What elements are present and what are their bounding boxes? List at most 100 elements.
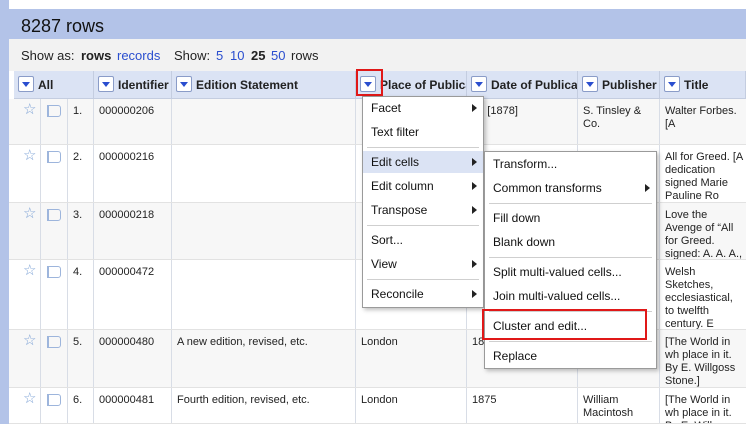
page-size-5[interactable]: 5 <box>216 48 223 63</box>
column-header-all[interactable]: All <box>14 71 94 99</box>
edition-cell[interactable]: Fourth edition, revised, etc. <box>172 388 356 423</box>
rows-mode[interactable]: rows <box>81 48 111 63</box>
menu-item-replace[interactable]: Replace <box>485 345 656 367</box>
menu-item-label: Edit column <box>371 179 434 193</box>
star-cell[interactable]: ☆ <box>14 388 41 423</box>
identifier-cell[interactable]: 000000216 <box>94 145 172 202</box>
row-number: 3. <box>68 203 94 259</box>
menu-item-transform[interactable]: Transform... <box>485 153 656 175</box>
star-icon[interactable]: ☆ <box>23 333 36 348</box>
menu-item-view[interactable]: View <box>363 253 483 275</box>
title-cell[interactable]: [The World in wh place in it. By E. Will… <box>660 388 746 423</box>
identifier-cell[interactable]: 000000481 <box>94 388 172 423</box>
column-header-date-of-publication[interactable]: Date of Publicati <box>467 71 578 99</box>
menu-item-sort[interactable]: Sort... <box>363 229 483 251</box>
star-cell[interactable]: ☆ <box>14 203 41 259</box>
dropdown-icon[interactable] <box>176 76 192 92</box>
menu-item-label: Fill down <box>493 211 541 225</box>
edition-cell[interactable] <box>172 99 356 144</box>
flag-icon[interactable] <box>47 105 61 117</box>
title-cell[interactable]: Walter Forbes. [A <box>660 99 746 144</box>
column-header-publisher[interactable]: Publisher <box>578 71 660 99</box>
row-number: 1. <box>68 99 94 144</box>
star-icon[interactable]: ☆ <box>23 391 36 406</box>
flag-icon[interactable] <box>47 394 61 406</box>
menu-separator <box>489 257 652 258</box>
dropdown-icon[interactable] <box>98 76 114 92</box>
date-cell[interactable]: 1875 <box>467 388 578 423</box>
menu-item-reconcile[interactable]: Reconcile <box>363 283 483 305</box>
menu-separator <box>489 203 652 204</box>
flag-icon[interactable] <box>47 266 61 278</box>
place-cell[interactable]: London <box>356 388 467 423</box>
submenu-arrow-icon <box>645 184 650 192</box>
menu-item-edit-cells[interactable]: Edit cells <box>363 151 483 173</box>
star-cell[interactable]: ☆ <box>14 99 41 144</box>
menu-item-blank-down[interactable]: Blank down <box>485 231 656 253</box>
edition-cell[interactable] <box>172 203 356 259</box>
title-cell[interactable]: All for Greed. [A dedication signed Mari… <box>660 145 746 202</box>
menu-item-label: View <box>371 257 397 271</box>
identifier-cell[interactable]: 000000480 <box>94 330 172 387</box>
menu-separator <box>489 341 652 342</box>
identifier-cell[interactable]: 000000218 <box>94 203 172 259</box>
title-cell[interactable]: Welsh Sketches, ecclesiastical, to twelf… <box>660 260 746 329</box>
identifier-cell[interactable]: 000000472 <box>94 260 172 329</box>
menu-item-label: Blank down <box>493 235 556 249</box>
star-cell[interactable]: ☆ <box>14 330 41 387</box>
place-cell[interactable]: London <box>356 330 467 387</box>
star-cell[interactable]: ☆ <box>14 260 41 329</box>
flag-icon[interactable] <box>47 151 61 163</box>
flag-cell[interactable] <box>41 330 68 387</box>
page-size-50[interactable]: 50 <box>271 48 285 63</box>
dropdown-icon[interactable] <box>18 76 34 92</box>
submenu-arrow-icon <box>472 206 477 214</box>
dropdown-icon[interactable] <box>664 76 680 92</box>
flag-cell[interactable] <box>41 260 68 329</box>
star-icon[interactable]: ☆ <box>23 263 36 278</box>
publisher-cell[interactable]: S. Tinsley & Co. <box>578 99 660 144</box>
menu-item-label: Replace <box>493 349 538 363</box>
column-context-menu: Facet Text filter Edit cells Edit column… <box>362 96 484 308</box>
star-cell[interactable]: ☆ <box>14 145 41 202</box>
flag-cell[interactable] <box>41 388 68 423</box>
submenu-arrow-icon <box>472 104 477 112</box>
menu-item-fill-down[interactable]: Fill down <box>485 207 656 229</box>
menu-item-edit-column[interactable]: Edit column <box>363 175 483 197</box>
dropdown-icon[interactable] <box>582 76 598 92</box>
publisher-cell[interactable]: William Macintosh <box>578 388 660 423</box>
menu-item-join-multi-valued[interactable]: Join multi-valued cells... <box>485 285 656 307</box>
star-icon[interactable]: ☆ <box>23 148 36 163</box>
menu-item-label: Transpose <box>371 203 428 217</box>
submenu-arrow-icon <box>472 158 477 166</box>
flag-cell[interactable] <box>41 145 68 202</box>
flag-cell[interactable] <box>41 99 68 144</box>
flag-icon[interactable] <box>47 209 61 221</box>
edition-cell[interactable]: A new edition, revised, etc. <box>172 330 356 387</box>
dropdown-icon[interactable] <box>471 76 487 92</box>
edition-cell[interactable] <box>172 145 356 202</box>
submenu-arrow-icon <box>472 182 477 190</box>
flag-cell[interactable] <box>41 203 68 259</box>
menu-item-transpose[interactable]: Transpose <box>363 199 483 221</box>
column-header-title[interactable]: Title <box>660 71 746 99</box>
row-number: 4. <box>68 260 94 329</box>
column-header-edition-statement[interactable]: Edition Statement <box>172 71 356 99</box>
menu-separator <box>367 279 479 280</box>
edition-cell[interactable] <box>172 260 356 329</box>
menu-item-common-transforms[interactable]: Common transforms <box>485 177 656 199</box>
page-size-10[interactable]: 10 <box>230 48 244 63</box>
star-icon[interactable]: ☆ <box>23 206 36 221</box>
records-mode-link[interactable]: records <box>117 48 160 63</box>
title-cell[interactable]: [The World in wh place in it. By E. Will… <box>660 330 746 387</box>
star-icon[interactable]: ☆ <box>23 102 36 117</box>
rows-suffix: rows <box>291 48 319 63</box>
identifier-cell[interactable]: 000000206 <box>94 99 172 144</box>
menu-item-facet[interactable]: Facet <box>363 97 483 119</box>
menu-item-split-multi-valued[interactable]: Split multi-valued cells... <box>485 261 656 283</box>
flag-icon[interactable] <box>47 336 61 348</box>
title-cell[interactable]: Love the Avenge of “All for Greed. signe… <box>660 203 746 259</box>
column-header-identifier[interactable]: Identifier <box>94 71 172 99</box>
menu-item-text-filter[interactable]: Text filter <box>363 121 483 143</box>
page-size-25[interactable]: 25 <box>251 48 265 63</box>
